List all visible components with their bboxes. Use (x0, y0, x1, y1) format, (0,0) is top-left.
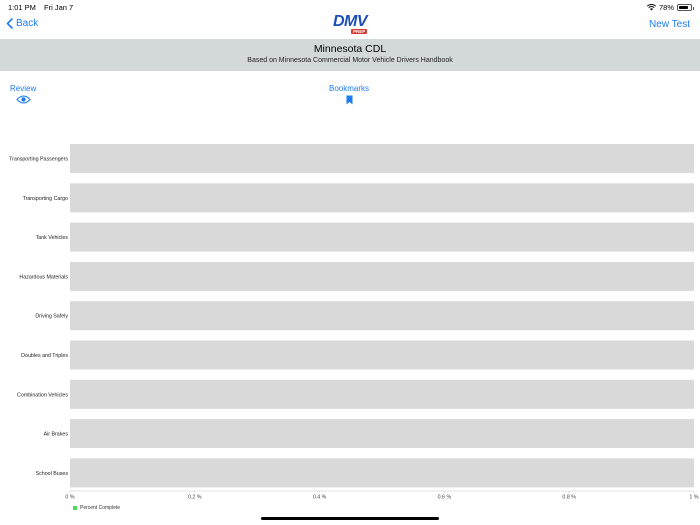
category-label: Driving Safely (35, 314, 68, 320)
tab-bookmarks-label: Bookmarks (329, 84, 370, 93)
x-tick-label: 0.4 % (313, 495, 327, 501)
legend-swatch (73, 506, 77, 510)
status-right: 78% (646, 3, 694, 12)
chart-svg: Transporting Passengers Transporting Carg… (9, 144, 699, 501)
category-label: Transporting Passengers (9, 157, 68, 163)
status-time: 1:01 PM (8, 3, 36, 12)
tab-review[interactable]: Review (10, 84, 36, 104)
bar-track (70, 340, 694, 370)
chart-legend: Percent Complete (73, 505, 120, 511)
page-subtitle: Based on Minnesota Commercial Motor Vehi… (247, 57, 453, 64)
progress-chart: Transporting Passengers Transporting Carg… (0, 140, 700, 525)
chevron-left-icon (6, 18, 13, 29)
home-indicator[interactable] (261, 517, 439, 520)
bar-track (70, 379, 694, 409)
battery-fill (679, 6, 688, 9)
battery-icon (677, 4, 694, 11)
page-title: Minnesota CDL (313, 43, 387, 55)
x-tick-label: 0.6 % (438, 495, 452, 501)
x-tick-label: 1 % (689, 495, 698, 501)
bar-track (70, 261, 694, 291)
x-tick-label: 0.8 % (562, 495, 576, 501)
category-label: Hazardous Materials (19, 274, 68, 280)
bar-track (70, 183, 694, 213)
category-label: Doubles and Triples (21, 353, 68, 359)
nav-bar: Back DMV PREP New Test (0, 13, 700, 39)
battery-percent: 78% (658, 3, 674, 12)
bar-track (70, 222, 694, 252)
bar-track (70, 144, 694, 173)
logo-sub: PREP (351, 29, 368, 34)
category-label: Transporting Cargo (23, 196, 68, 202)
category-label: Tank Vehicles (36, 235, 69, 241)
legend-label: Percent Complete (80, 505, 121, 511)
tab-review-label: Review (10, 84, 37, 93)
status-left: 1:01 PM Fri Jan 7 (8, 3, 79, 12)
status-date: Fri Jan 7 (44, 3, 74, 12)
wifi-icon (646, 4, 656, 11)
new-test-button[interactable]: New Test (649, 19, 690, 30)
dmv-prep-logo: DMV PREP (331, 13, 371, 38)
status-bar: 1:01 PM Fri Jan 7 78% (0, 0, 700, 14)
x-tick-label: 0 % (65, 495, 74, 501)
back-button[interactable]: Back (6, 18, 38, 29)
back-label: Back (16, 18, 39, 29)
x-tick-label: 0.2 % (188, 495, 202, 501)
eye-icon (15, 95, 31, 104)
header-band: Minnesota CDL Based on Minnesota Commerc… (0, 39, 700, 71)
bar-track (70, 419, 694, 449)
bar-track (70, 301, 694, 331)
tab-bookmarks[interactable]: Bookmarks (329, 84, 369, 105)
category-label: School Buses (36, 471, 69, 477)
category-label: Air Brakes (44, 432, 69, 438)
bookmark-icon (346, 95, 352, 105)
bar-track (70, 458, 694, 488)
category-label: Combination Vehicles (17, 392, 68, 398)
